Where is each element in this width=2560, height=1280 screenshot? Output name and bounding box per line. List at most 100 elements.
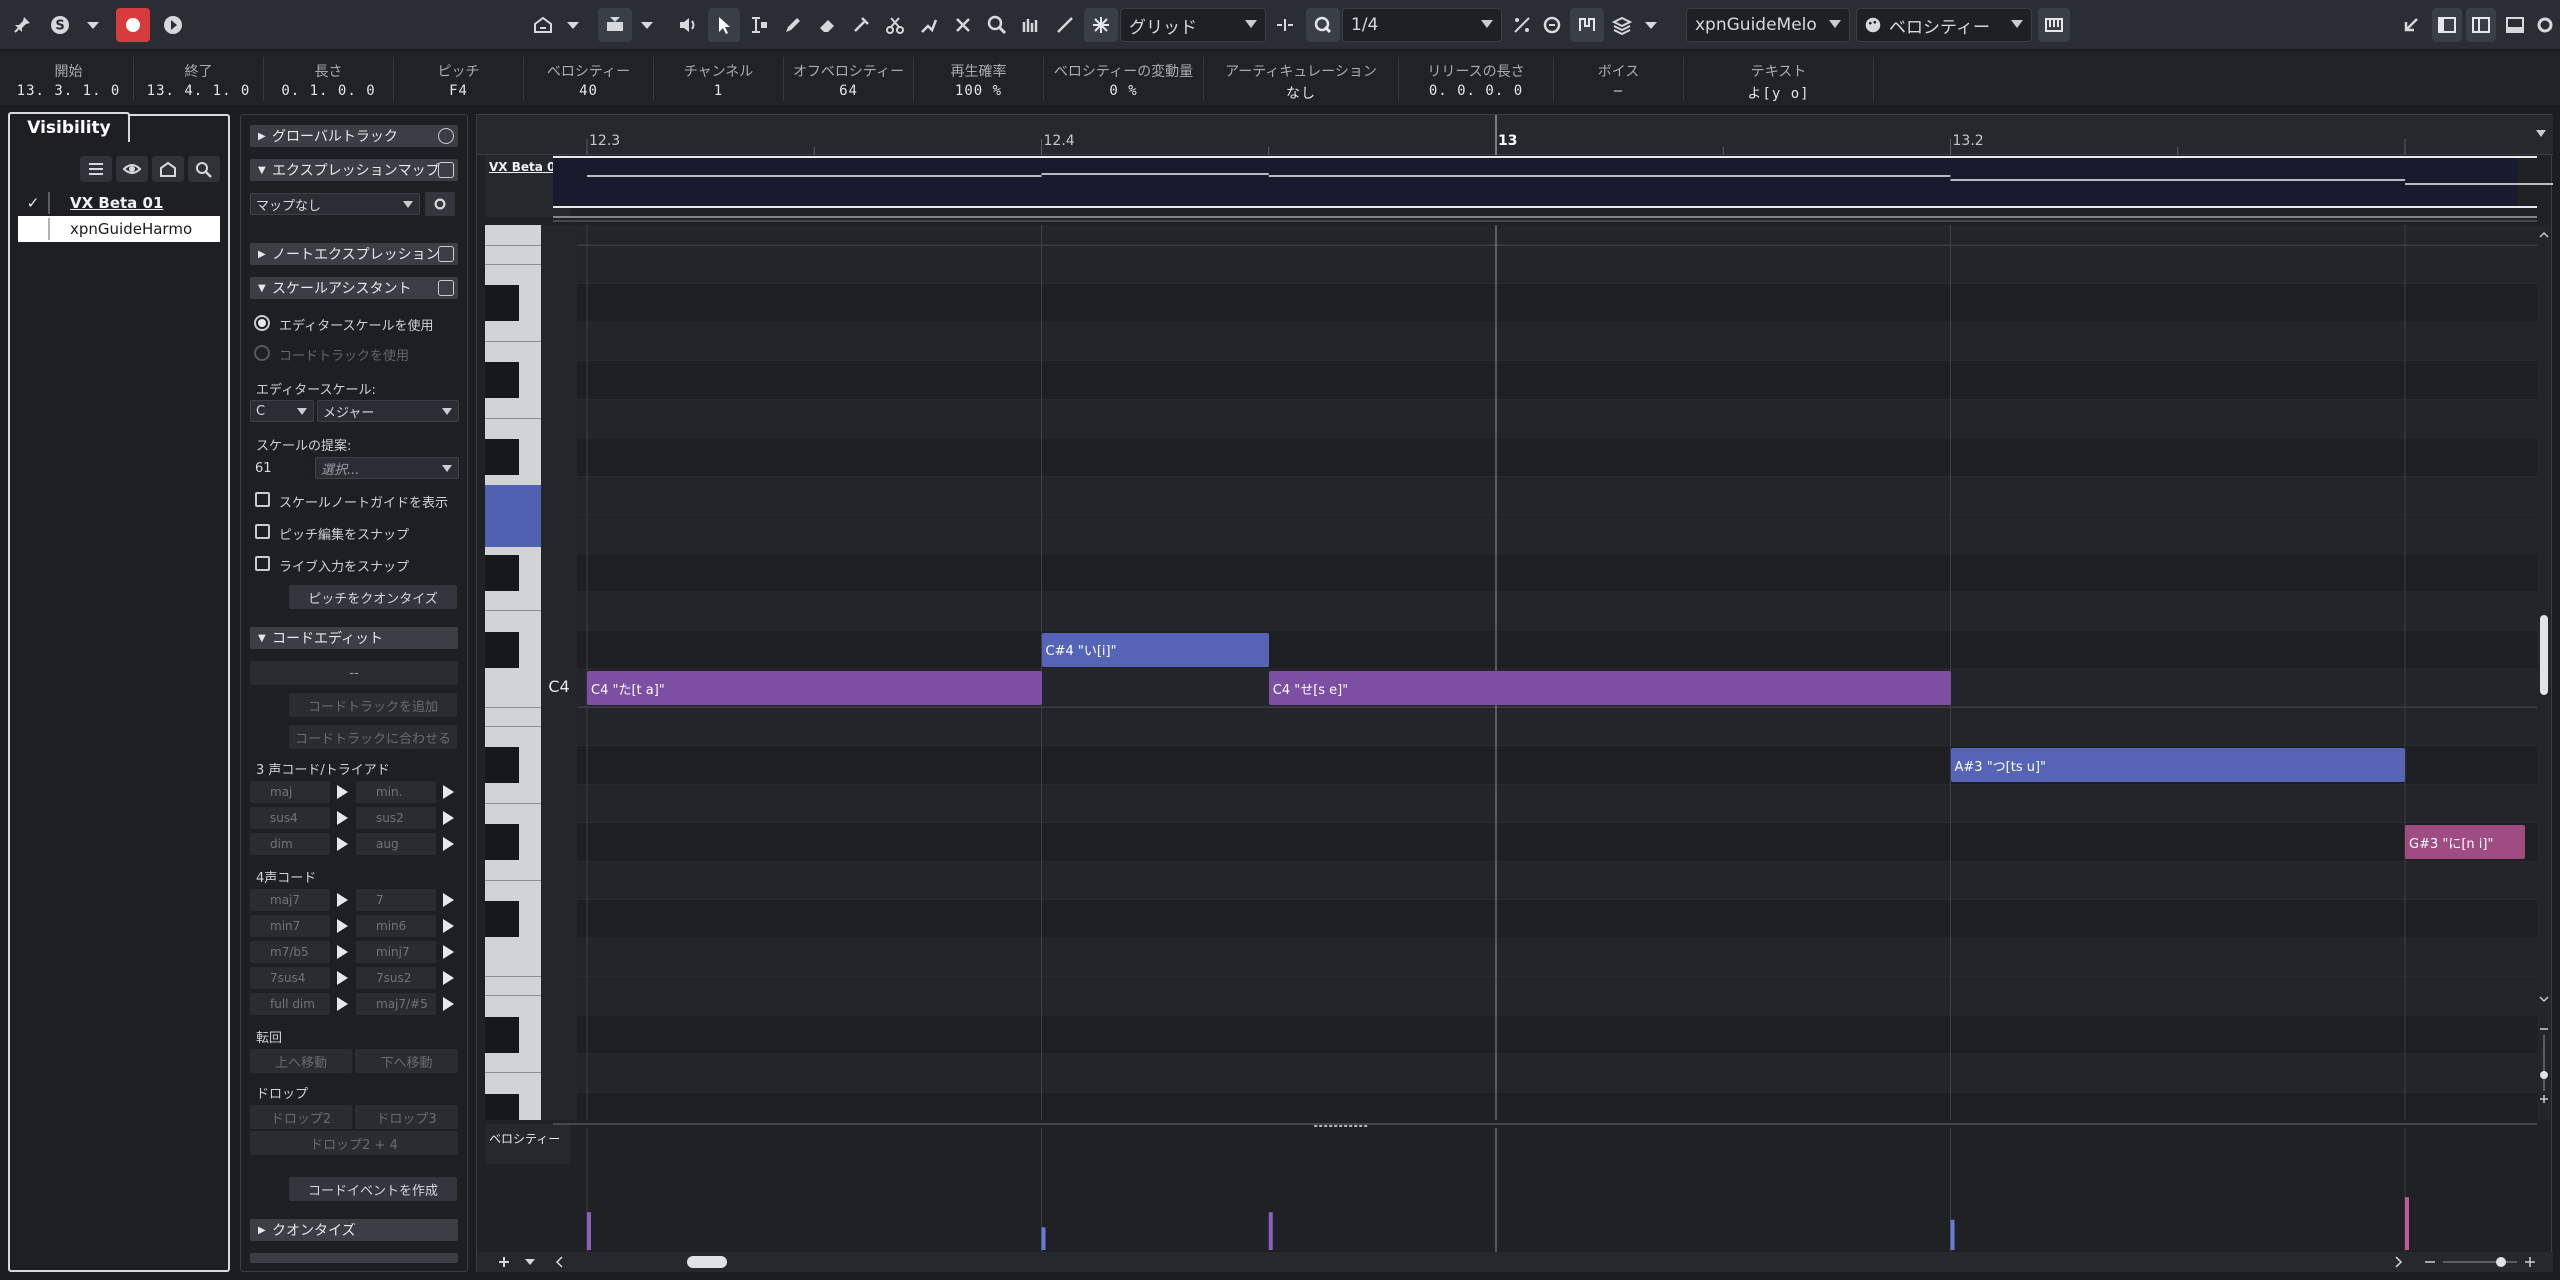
iterative-quantize-icon[interactable] [1538, 8, 1566, 42]
glue-tool-icon[interactable] [914, 8, 944, 42]
layers-icon[interactable] [1608, 8, 1636, 42]
menu-icon[interactable] [438, 630, 454, 646]
play-icon[interactable] [337, 785, 348, 799]
range-tool-icon[interactable] [744, 8, 774, 42]
info-value[interactable]: 0 % [1044, 83, 1203, 99]
info-cell[interactable]: チャンネル 1 [654, 57, 784, 101]
info-value[interactable]: F4 [394, 83, 523, 99]
chord-button[interactable]: 7 [356, 889, 454, 911]
draw-controller-icon[interactable] [1016, 8, 1046, 42]
snap-type-dropdown[interactable]: グリッド [1120, 8, 1266, 42]
info-cell[interactable]: オフベロシティー 64 [784, 57, 914, 101]
horizontal-zoom[interactable] [2421, 1254, 2541, 1270]
scissors-tool-icon[interactable] [880, 8, 910, 42]
inversion-down-button[interactable]: 下へ移動 [355, 1049, 458, 1073]
info-cell[interactable]: ボイス – [1554, 57, 1684, 101]
trim-tool-icon[interactable] [846, 8, 876, 42]
note-grid[interactable]: C4 "た[t a]" C#4 "い[i]" C4 "せ[s e]" A#3 "つ[t… [577, 225, 2539, 1120]
speaker-icon[interactable] [672, 8, 704, 42]
black-key[interactable] [485, 362, 519, 398]
left-zone-icon[interactable] [2432, 8, 2462, 42]
use-chord-track-radio[interactable] [254, 345, 270, 361]
snap-to-zero-icon[interactable] [1270, 8, 1300, 42]
inspector-zone-icon[interactable] [2466, 8, 2496, 42]
play-icon[interactable] [443, 945, 454, 959]
section-note-expression[interactable]: ▶ ノートエクスプレッション [250, 243, 458, 265]
solo-menu-icon[interactable] [80, 8, 106, 42]
info-value[interactable]: 1 [654, 83, 783, 99]
line-tool-icon[interactable] [1050, 8, 1080, 42]
auto-select-menu-icon[interactable] [636, 8, 658, 42]
play-icon[interactable] [337, 811, 348, 825]
play-icon[interactable] [443, 919, 454, 933]
black-key[interactable] [485, 631, 519, 668]
arrow-tool-icon[interactable] [708, 8, 740, 42]
quantize-pitch-button[interactable]: ピッチをクオンタイズ [289, 585, 457, 609]
scroll-left-icon[interactable] [553, 1255, 567, 1269]
scroll-down-icon[interactable] [2538, 993, 2550, 1005]
vertical-zoom[interactable] [2539, 1025, 2549, 1105]
snap-pitch-checkbox[interactable] [255, 524, 270, 539]
use-editor-scale-radio[interactable] [254, 315, 270, 331]
eye-icon[interactable] [116, 156, 148, 182]
section-scale-assistant[interactable]: ▼ スケールアシスタント [250, 277, 458, 299]
info-value[interactable]: なし [1204, 83, 1398, 103]
quantize-dropdown[interactable]: 1/4 [1342, 8, 1502, 42]
velocity-bar[interactable] [1041, 1227, 1046, 1250]
track-dropdown[interactable]: xpnGuideMelo [1686, 8, 1850, 42]
chord-button[interactable]: maj [250, 781, 348, 803]
auto-select-icon[interactable] [598, 8, 632, 42]
section-expression-map[interactable]: ▼ エクスプレッションマップ [250, 159, 458, 181]
zoom-tool-icon[interactable] [982, 8, 1012, 42]
info-value[interactable]: 100 % [914, 83, 1043, 99]
chord-button[interactable]: maj7/#5 [356, 993, 454, 1015]
play-icon[interactable] [443, 785, 454, 799]
play-icon[interactable] [337, 893, 348, 907]
chord-button[interactable]: dim [250, 833, 348, 855]
info-value[interactable]: 0. 0. 0. 0 [1399, 83, 1553, 99]
chord-button[interactable]: 7sus4 [250, 967, 348, 989]
chord-button[interactable]: full dim [250, 993, 348, 1015]
white-key[interactable] [485, 688, 541, 727]
vertical-scroll-thumb[interactable] [2540, 615, 2548, 695]
chord-button[interactable]: maj7 [250, 889, 348, 911]
auto-scroll-icon[interactable] [156, 8, 190, 42]
info-value[interactable]: 64 [784, 83, 913, 99]
midi-note[interactable]: C#4 "い[i]" [1041, 632, 1269, 667]
drop24-button[interactable]: ドロップ2 + 4 [250, 1131, 458, 1155]
detach-icon[interactable] [438, 280, 454, 296]
chord-button[interactable]: min. [356, 781, 454, 803]
black-key[interactable] [485, 901, 519, 937]
link-icon[interactable] [438, 162, 454, 178]
add-lane-icon[interactable] [497, 1255, 511, 1269]
info-cell[interactable]: ベロシティー 40 [524, 57, 654, 101]
feedback-menu-icon[interactable] [562, 8, 584, 42]
highlighted-key[interactable] [485, 484, 541, 547]
scroll-right-icon[interactable] [2391, 1255, 2405, 1269]
add-chord-track-button[interactable]: コードトラックを追加 [289, 693, 457, 717]
collapse-icon[interactable] [2396, 8, 2426, 42]
list-icon[interactable] [80, 156, 112, 182]
play-icon[interactable] [337, 997, 348, 1011]
chord-button[interactable]: minj7 [356, 941, 454, 963]
visibility-check[interactable]: ✓ [18, 194, 48, 212]
black-key[interactable] [485, 1093, 519, 1120]
info-value[interactable]: 0. 1. 0. 0 [264, 83, 393, 99]
info-cell[interactable]: 長さ 0. 1. 0. 0 [264, 57, 394, 101]
lower-zone-icon[interactable] [2500, 8, 2530, 42]
scale-type-select[interactable]: メジャー [317, 400, 459, 422]
visibility-row-harmo[interactable]: xpnGuideHarmo [18, 216, 220, 242]
record-circle-icon[interactable] [438, 128, 454, 144]
black-key[interactable] [485, 1016, 519, 1053]
pin-icon[interactable] [6, 8, 38, 42]
search-icon[interactable] [188, 156, 220, 182]
info-value[interactable]: 13. 3. 1. 0 [4, 83, 133, 99]
eraser-tool-icon[interactable] [812, 8, 842, 42]
info-cell[interactable]: 再生確率 100 % [914, 57, 1044, 101]
piano-keyboard[interactable] [485, 225, 541, 1120]
horizontal-scroll-thumb[interactable] [687, 1256, 727, 1268]
info-cell[interactable]: ピッチ F4 [394, 57, 524, 101]
lane-menu-icon[interactable] [523, 1255, 537, 1269]
drop3-button[interactable]: ドロップ3 [355, 1105, 458, 1129]
midi-note[interactable]: G#3 "に[n i]" [2405, 825, 2525, 859]
